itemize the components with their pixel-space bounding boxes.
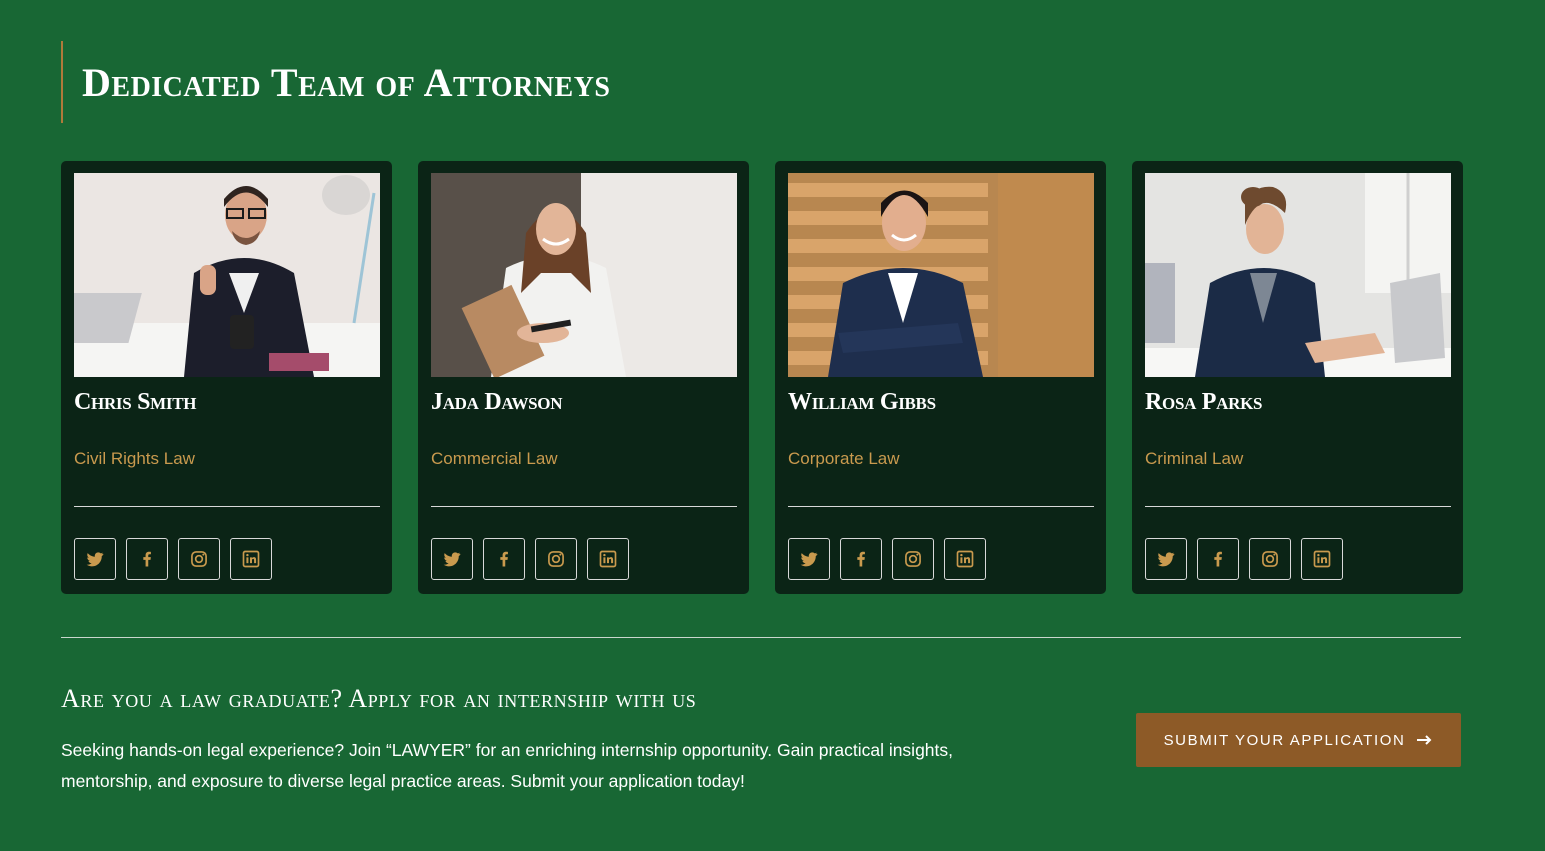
facebook-icon [143,551,151,567]
facebook-icon [1214,551,1222,567]
twitter-link[interactable] [74,538,116,580]
section-divider [61,637,1461,638]
attorney-cards: Chris Smith Civil Rights Law Jada Dawson… [61,161,1463,594]
instagram-icon [191,551,207,567]
attorney-practice-area: Corporate Law [788,449,900,468]
instagram-link[interactable] [178,538,220,580]
instagram-link[interactable] [892,538,934,580]
attorney-practice-area: Commercial Law [431,449,558,468]
twitter-link[interactable] [1145,538,1187,580]
attorney-photo [1145,173,1451,377]
linkedin-link[interactable] [944,538,986,580]
card-divider [1145,506,1451,507]
social-links [74,538,272,580]
instagram-icon [548,551,564,567]
attorney-card: Rosa Parks Criminal Law [1132,161,1463,594]
section-heading-wrapper: Dedicated Team of Attorneys [61,41,611,123]
linkedin-icon [956,550,974,568]
social-links [431,538,629,580]
facebook-link[interactable] [840,538,882,580]
card-divider [431,506,737,507]
facebook-icon [857,551,865,567]
internship-title: Are you a law graduate? Apply for an int… [61,684,697,713]
linkedin-icon [242,550,260,568]
section-title: Dedicated Team of Attorneys [82,59,611,105]
submit-application-button[interactable]: SUBMIT YOUR APPLICATION [1136,713,1461,767]
attorney-card: Jada Dawson Commercial Law [418,161,749,594]
attorney-photo [788,173,1094,377]
attorney-card: Chris Smith Civil Rights Law [61,161,392,594]
arrow-right-icon [1417,735,1432,745]
linkedin-link[interactable] [230,538,272,580]
linkedin-link[interactable] [587,538,629,580]
card-divider [74,506,380,507]
facebook-link[interactable] [126,538,168,580]
twitter-icon [800,552,818,567]
social-links [788,538,986,580]
internship-description: Seeking hands-on legal experience? Join … [61,740,954,791]
twitter-icon [86,552,104,567]
social-links [1145,538,1343,580]
attorney-practice-area: Criminal Law [1145,449,1244,468]
twitter-link[interactable] [431,538,473,580]
facebook-link[interactable] [1197,538,1239,580]
instagram-link[interactable] [1249,538,1291,580]
twitter-icon [1157,552,1175,567]
attorney-name: Jada Dawson [431,389,563,415]
attorney-name: William Gibbs [788,389,936,415]
linkedin-link[interactable] [1301,538,1343,580]
submit-application-label: SUBMIT YOUR APPLICATION [1163,731,1406,749]
linkedin-icon [599,550,617,568]
attorney-name: Chris Smith [74,389,197,415]
facebook-link[interactable] [483,538,525,580]
instagram-link[interactable] [535,538,577,580]
card-divider [788,506,1094,507]
attorney-name: Rosa Parks [1145,389,1263,415]
attorney-card: William Gibbs Corporate Law [775,161,1106,594]
twitter-link[interactable] [788,538,830,580]
instagram-icon [905,551,921,567]
facebook-icon [500,551,508,567]
attorney-photo [74,173,380,377]
attorney-photo [431,173,737,377]
attorney-practice-area: Civil Rights Law [74,449,195,468]
linkedin-icon [1313,550,1331,568]
twitter-icon [443,552,461,567]
instagram-icon [1262,551,1278,567]
